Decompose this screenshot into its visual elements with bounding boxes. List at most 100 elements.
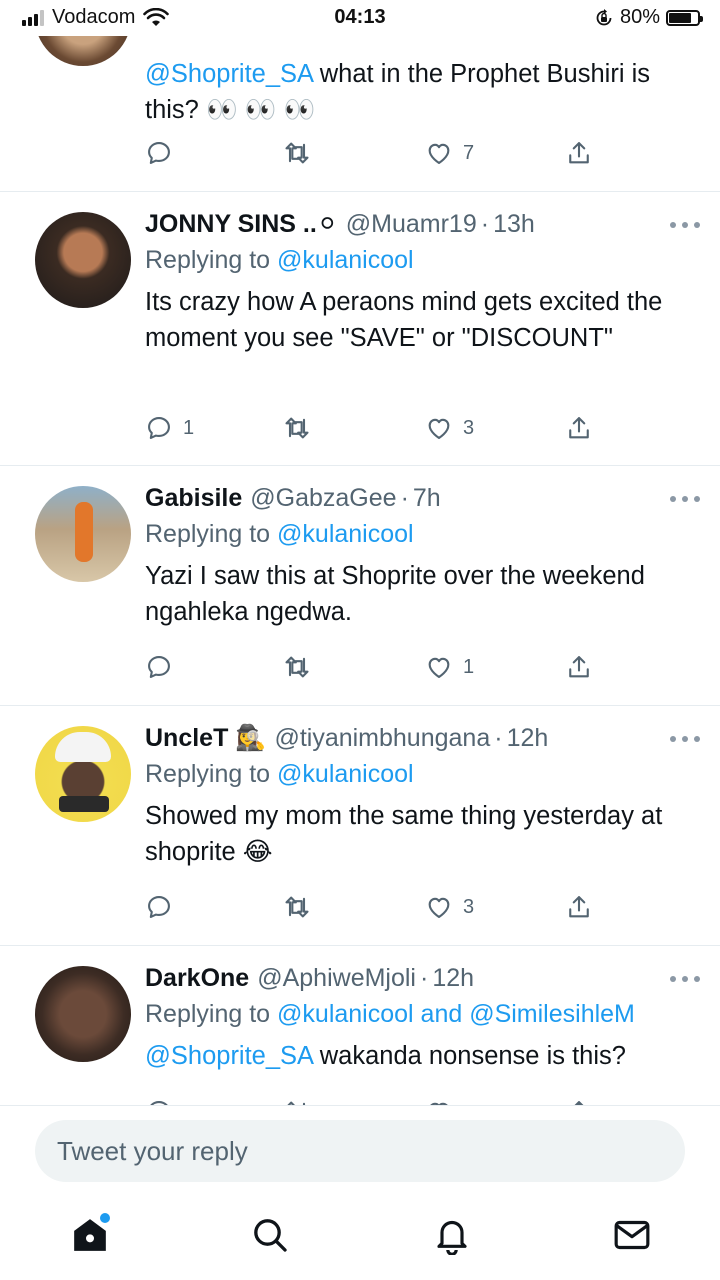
- share-icon: [569, 417, 589, 439]
- mention-link[interactable]: @Shoprite_SA: [145, 60, 313, 88]
- reply-input[interactable]: [35, 1120, 685, 1182]
- like-count: 1: [463, 655, 475, 678]
- retweet-icon: [285, 417, 309, 439]
- avatar[interactable]: [35, 486, 131, 582]
- tweet-header: UncleT 🕵️‍♀️ @tiyanimbhungana · 12h: [145, 722, 700, 754]
- like-button[interactable]: 1: [425, 651, 474, 683]
- share-button[interactable]: [565, 137, 593, 169]
- replying-to: Replying to @kulanicool: [145, 760, 414, 788]
- tweet-header: Gabisile @GabzaGee · 7h: [145, 482, 700, 514]
- tab-search[interactable]: [248, 1213, 292, 1257]
- tab-messages[interactable]: [610, 1213, 654, 1257]
- like-count: 3: [463, 416, 475, 439]
- tweet-actions: 1 3: [145, 412, 595, 444]
- user-handle[interactable]: @Muamr19: [346, 210, 477, 239]
- heart-icon: [428, 657, 450, 678]
- tweet-text: @Shoprite_SA wakanda nonsense is this?: [145, 1042, 626, 1070]
- display-name[interactable]: UncleT 🕵️‍♀️: [145, 724, 266, 753]
- replying-to: Replying to @kulanicool: [145, 520, 414, 548]
- tweet-actions: 1: [145, 651, 595, 683]
- share-button[interactable]: [565, 412, 593, 444]
- retweet-button[interactable]: [283, 651, 311, 683]
- mention-link[interactable]: @Shoprite_SA: [145, 1042, 313, 1070]
- search-icon: [254, 1219, 287, 1252]
- tweet-text: Showed my mom the same thing yesterday a…: [145, 802, 663, 866]
- like-button[interactable]: 3: [425, 891, 474, 923]
- mention-link[interactable]: @kulanicool: [277, 760, 414, 788]
- retweet-button[interactable]: [283, 137, 311, 169]
- share-icon: [569, 656, 589, 678]
- avatar[interactable]: [35, 212, 131, 308]
- reply-count: 1: [183, 416, 195, 439]
- user-handle[interactable]: @AphiweMjoli: [257, 964, 416, 993]
- tweet-actions: [145, 1096, 595, 1105]
- reply-button[interactable]: [145, 137, 183, 169]
- more-options-icon[interactable]: [670, 496, 700, 504]
- display-name[interactable]: Gabisile: [145, 484, 242, 513]
- retweet-button[interactable]: [283, 412, 311, 444]
- like-button[interactable]: 7: [425, 137, 474, 169]
- mention-link[interactable]: @kulanicool: [277, 246, 414, 274]
- heart-icon: [428, 418, 450, 439]
- bottom-tab-bar: [0, 1195, 720, 1280]
- reply-icon: [148, 417, 170, 439]
- tweet[interactable]: DarkOne @AphiweMjoli · 12h Replying to @…: [0, 946, 720, 1105]
- tweet-actions: 3: [145, 891, 595, 923]
- reply-button[interactable]: [145, 891, 183, 923]
- reply-button[interactable]: [145, 651, 183, 683]
- retweet-button[interactable]: [283, 1096, 311, 1105]
- reply-icon: [150, 1101, 168, 1105]
- battery-group: 80%: [594, 6, 703, 29]
- tweet-text: @Shoprite_SA what in the Prophet Bushiri…: [145, 60, 650, 124]
- mention-link[interactable]: @kulanicool and @SimilesihleM: [277, 1000, 635, 1028]
- user-handle[interactable]: @GabzaGee: [250, 484, 396, 513]
- like-button[interactable]: 3: [425, 412, 474, 444]
- reply-icon: [148, 656, 170, 678]
- timestamp: 12h: [432, 963, 475, 992]
- tab-notifications[interactable]: [430, 1213, 474, 1257]
- like-count: 3: [463, 895, 475, 918]
- bell-icon: [437, 1220, 467, 1255]
- tab-home[interactable]: [68, 1213, 112, 1257]
- tweet[interactable]: JONNY SINS ..⚪ @Muamr19 · 13h Replying t…: [0, 192, 720, 466]
- retweet-icon: [285, 896, 309, 918]
- separator-dot: ·: [419, 963, 429, 992]
- tweet[interactable]: Gabisile @GabzaGee · 7h Replying to @kul…: [0, 466, 720, 706]
- display-name[interactable]: JONNY SINS ..⚪: [145, 209, 338, 239]
- retweet-icon: [285, 656, 309, 678]
- status-bar: Vodacom 04:13 80%: [0, 0, 720, 36]
- more-options-icon[interactable]: [670, 736, 700, 744]
- timestamp: 7h: [412, 483, 441, 512]
- more-options-icon[interactable]: [670, 222, 700, 230]
- avatar[interactable]: [35, 726, 131, 822]
- tweet-actions: 7: [145, 137, 595, 169]
- tweet-text: Yazi I saw this at Shoprite over the wee…: [145, 562, 645, 626]
- orientation-lock-icon: [596, 8, 612, 25]
- display-name[interactable]: DarkOne: [145, 964, 249, 993]
- separator-dot: ·: [400, 483, 409, 512]
- notification-dot: [100, 1213, 110, 1223]
- share-button[interactable]: [565, 651, 593, 683]
- mail-icon: [614, 1220, 650, 1250]
- avatar[interactable]: [35, 966, 131, 1062]
- reply-button[interactable]: [145, 1096, 173, 1105]
- replying-to: Replying to @kulanicool and @Similesihle…: [145, 1000, 635, 1028]
- retweet-button[interactable]: [283, 891, 311, 923]
- reply-composer: [0, 1105, 720, 1195]
- tweet[interactable]: UncleT 🕵️‍♀️ @tiyanimbhungana · 12h Repl…: [0, 706, 720, 946]
- retweet-icon: [285, 142, 309, 164]
- heart-icon: [430, 1102, 448, 1105]
- heart-icon: [428, 897, 450, 918]
- reply-button[interactable]: 1: [145, 412, 194, 444]
- share-button[interactable]: [565, 891, 593, 923]
- reply-icon: [148, 142, 170, 164]
- heart-icon: [428, 143, 450, 164]
- share-icon: [569, 896, 589, 918]
- tweet-header: JONNY SINS ..⚪ @Muamr19 · 13h: [145, 208, 700, 240]
- share-button[interactable]: [565, 1096, 593, 1105]
- replies-feed[interactable]: @Shoprite_SA what in the Prophet Bushiri…: [0, 0, 720, 1105]
- user-handle[interactable]: @tiyanimbhungana: [274, 724, 490, 753]
- mention-link[interactable]: @kulanicool: [277, 520, 414, 548]
- like-button[interactable]: [425, 1096, 453, 1105]
- more-options-icon[interactable]: [670, 976, 700, 984]
